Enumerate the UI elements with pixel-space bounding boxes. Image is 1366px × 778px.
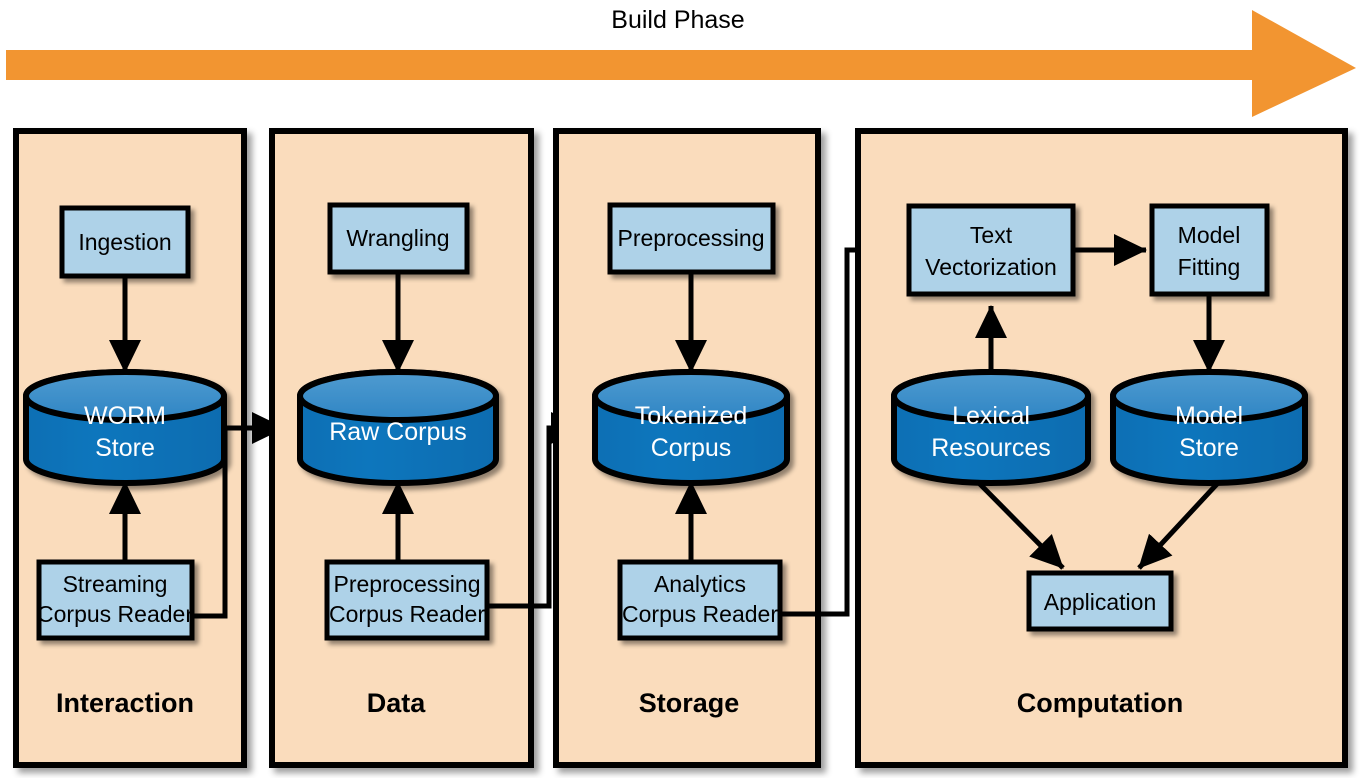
- node-tokenized-corpus[interactable]: Tokenized Corpus: [592, 369, 790, 486]
- node-streaming-corpus-reader-label-2: Corpus Reader: [37, 601, 193, 627]
- node-model-store-label-1: Model: [1175, 402, 1243, 430]
- panel-computation[interactable]: Text Vectorization Model Fitting Lexical…: [855, 128, 1348, 768]
- node-preprocessing-corpus-reader-label-2: Corpus Reader: [329, 601, 485, 627]
- panel-data[interactable]: Wrangling Raw Corpus Preprocessing Corpu…: [269, 128, 534, 768]
- node-wrangling[interactable]: Wrangling: [327, 202, 470, 275]
- node-model-fitting[interactable]: Model Fitting: [1149, 203, 1270, 297]
- node-preprocessing-corpus-reader[interactable]: Preprocessing Corpus Reader: [324, 559, 490, 641]
- node-text-vectorization-label-2: Vectorization: [925, 254, 1057, 280]
- node-lexical-resources-label-2: Resources: [931, 434, 1051, 462]
- node-ingestion[interactable]: Ingestion: [59, 205, 191, 279]
- panel-label-interaction: Interaction: [56, 688, 194, 718]
- node-analytics-corpus-reader[interactable]: Analytics Corpus Reader: [617, 559, 783, 641]
- node-worm-store[interactable]: WORM Store: [23, 369, 227, 486]
- panel-interaction[interactable]: Ingestion WORM Store Streaming Corpus Re…: [13, 128, 247, 768]
- node-wrangling-label: Wrangling: [346, 225, 449, 251]
- panel-label-computation: Computation: [1017, 688, 1183, 718]
- node-raw-corpus[interactable]: Raw Corpus: [297, 369, 499, 486]
- diagram-canvas: Build Phase Ingestion WORM Store Streami…: [0, 0, 1366, 778]
- node-model-store[interactable]: Model Store: [1110, 369, 1308, 486]
- node-model-fitting-label-1: Model: [1178, 222, 1241, 248]
- node-worm-store-label-2: Store: [95, 434, 155, 462]
- node-tokenized-corpus-label-2: Corpus: [651, 434, 732, 462]
- node-streaming-corpus-reader[interactable]: Streaming Corpus Reader: [36, 559, 195, 641]
- panel-label-storage: Storage: [639, 688, 740, 718]
- node-text-vectorization-label-1: Text: [970, 222, 1013, 248]
- panel-storage[interactable]: Preprocessing Tokenized Corpus Analytics…: [553, 128, 821, 768]
- node-analytics-corpus-reader-label-1: Analytics: [654, 571, 746, 597]
- node-worm-store-label-1: WORM: [84, 402, 166, 430]
- node-ingestion-label: Ingestion: [78, 229, 171, 255]
- node-application[interactable]: Application: [1026, 570, 1174, 632]
- node-analytics-corpus-reader-label-2: Corpus Reader: [622, 601, 778, 627]
- node-raw-corpus-label: Raw Corpus: [329, 418, 467, 446]
- node-streaming-corpus-reader-label-1: Streaming: [63, 571, 168, 597]
- phase-title: Build Phase: [611, 6, 744, 34]
- node-text-vectorization[interactable]: Text Vectorization: [906, 203, 1076, 297]
- node-application-label: Application: [1044, 589, 1157, 615]
- node-preprocessing-label: Preprocessing: [617, 225, 764, 251]
- node-model-store-label-2: Store: [1179, 434, 1239, 462]
- node-lexical-resources-label-1: Lexical: [952, 402, 1030, 430]
- panel-label-data: Data: [367, 688, 427, 718]
- node-lexical-resources[interactable]: Lexical Resources: [891, 369, 1091, 486]
- node-model-fitting-label-2: Fitting: [1178, 254, 1241, 280]
- node-tokenized-corpus-label-1: Tokenized: [635, 402, 748, 430]
- node-preprocessing-corpus-reader-label-1: Preprocessing: [333, 571, 480, 597]
- node-preprocessing[interactable]: Preprocessing: [607, 202, 776, 275]
